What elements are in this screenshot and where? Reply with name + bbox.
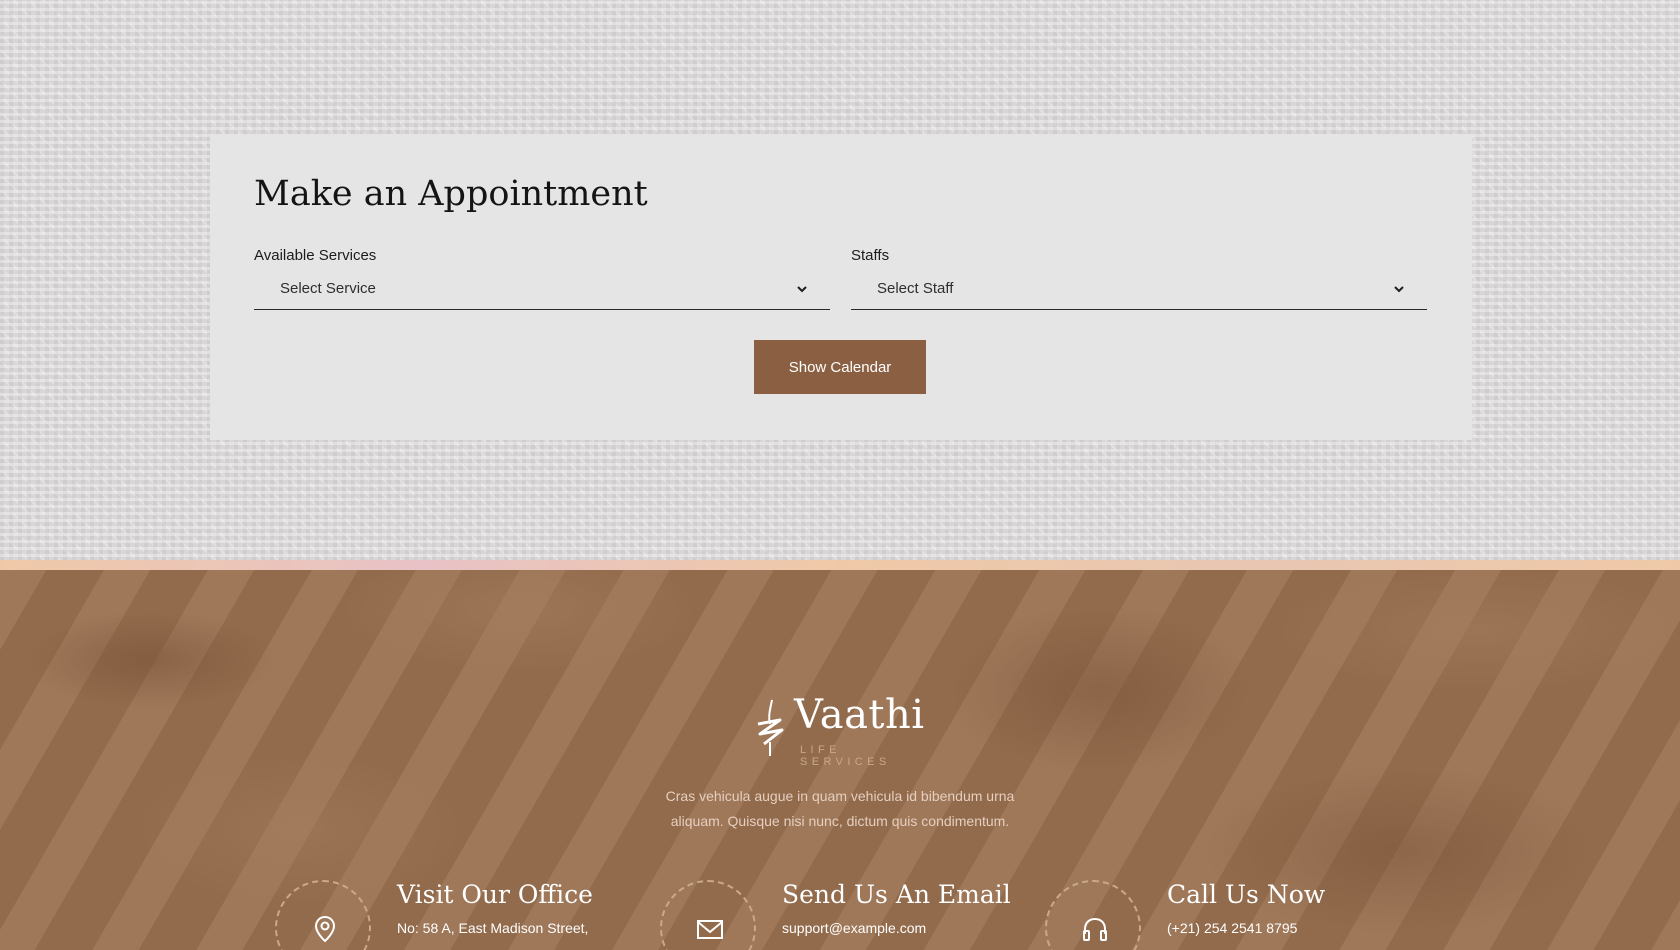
contact-title: Visit Our Office [397,880,593,909]
staffs-label: Staffs [851,247,890,264]
chevron-down-icon [1394,286,1404,293]
contact-address: No: 58 A, East Madison Street, [397,920,589,936]
staff-select[interactable]: Select Staff [851,268,1427,310]
contact-icon-circle [275,880,371,950]
location-pin-icon [314,915,336,943]
contact-phone-number[interactable]: (+21) 254 2541 8795 [1167,920,1297,936]
contact-email-link[interactable]: support@example.com [782,920,926,936]
brand-tagline: LIFE SERVICES [800,744,891,768]
staff-select-value: Select Staff [877,280,954,297]
accent-stripe [0,560,1680,570]
logo-mark-icon [757,699,784,756]
footer: Vaathi LIFE SERVICES Cras vehicula augue… [0,570,1680,950]
contact-icon-circle [1045,880,1141,950]
page-title: Make an Appointment [254,174,648,214]
show-calendar-button[interactable]: Show Calendar [754,340,926,394]
contact-icon-circle [660,880,756,950]
contact-title: Call Us Now [1167,880,1326,909]
contact-title: Send Us An Email [782,880,1011,909]
appointment-card: Make an Appointment Available Services S… [210,134,1472,440]
brand-name: Vaathi [794,692,925,738]
headphones-icon [1083,917,1107,941]
brand-logo[interactable]: Vaathi LIFE SERVICES [752,692,932,768]
envelope-icon [697,920,723,939]
appointment-section: Make an Appointment Available Services S… [0,0,1680,564]
footer-about-text: Cras vehicula augue in quam vehicula id … [665,788,1015,829]
chevron-down-icon [797,286,807,293]
service-select[interactable]: Select Service [254,268,830,310]
services-label: Available Services [254,247,377,264]
service-select-value: Select Service [280,280,376,297]
